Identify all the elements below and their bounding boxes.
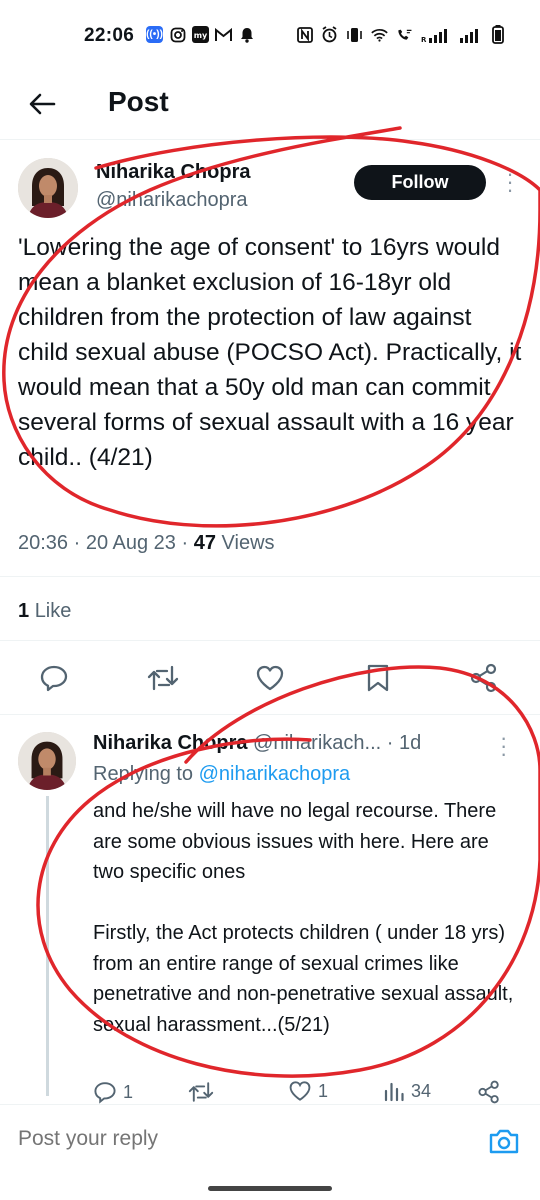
- like-count: 1: [318, 1080, 329, 1101]
- retweet-icon: [188, 1082, 214, 1102]
- wifi-calling-icon: [396, 26, 413, 43]
- alarm-icon: [321, 26, 338, 43]
- arrow-left-icon: [29, 93, 56, 115]
- divider: [0, 576, 540, 577]
- likes-count: 1: [18, 600, 30, 622]
- reply-post[interactable]: Niharika Chopra @niharikach... · 1d · · · …: [0, 716, 540, 1104]
- post-text: 'Lowering the age of consent' to 16yrs w…: [18, 234, 522, 471]
- gesture-home-bar[interactable]: [208, 1186, 332, 1191]
- reply-icon: [40, 665, 68, 692]
- heart-icon: [289, 1081, 311, 1101]
- share-icon: [478, 1080, 499, 1104]
- reply-icon: [94, 1082, 116, 1104]
- notification-bell-icon: [238, 26, 255, 43]
- reply-more-options-button[interactable]: · · ·: [500, 727, 507, 765]
- reply-input[interactable]: [18, 1127, 418, 1151]
- bookmark-icon: [367, 664, 389, 692]
- back-button[interactable]: [22, 84, 62, 124]
- signal-icon: R: [421, 26, 451, 43]
- likes-summary[interactable]: 1 Like: [18, 600, 71, 623]
- likes-label: Like: [34, 600, 72, 622]
- status-system-icons: R: [296, 25, 506, 44]
- post-date: 20 Aug 23: [85, 532, 176, 554]
- post-actions: [0, 660, 540, 700]
- status-time: 22:06: [84, 25, 135, 46]
- reply-actions: 1 1 34: [93, 1080, 523, 1106]
- signal-icon: [459, 26, 481, 43]
- avatar[interactable]: [18, 158, 78, 218]
- battery-icon: [489, 25, 506, 44]
- divider: [0, 714, 540, 715]
- heart-icon: [256, 665, 284, 691]
- reply-age: · 1d: [386, 732, 422, 754]
- reply-like-button[interactable]: 1: [288, 1080, 328, 1102]
- wifi-icon: [371, 26, 388, 43]
- camera-icon: [489, 1129, 519, 1154]
- vibrate-icon: [346, 26, 363, 43]
- more-vertical-icon: · · ·: [506, 161, 514, 202]
- more-vertical-icon: · · ·: [500, 725, 508, 766]
- camera-button[interactable]: [486, 1123, 522, 1159]
- nfc-icon: [296, 26, 313, 43]
- thread-line: [46, 796, 49, 1096]
- post-time: 20:36: [18, 532, 69, 554]
- analytics-icon: [384, 1082, 404, 1102]
- replying-handle-link[interactable]: @niharikachopra: [199, 763, 351, 785]
- bookmark-button[interactable]: [360, 660, 396, 696]
- reply-retweet-button[interactable]: [188, 1080, 220, 1104]
- follow-button[interactable]: Follow: [354, 165, 486, 200]
- reply-views-button[interactable]: 34: [383, 1080, 431, 1102]
- app-header: Post: [0, 72, 540, 140]
- replying-prefix: Replying to: [93, 763, 194, 785]
- like-button[interactable]: [252, 660, 288, 696]
- status-bar: 22:06 ((•)) my R: [0, 0, 540, 72]
- svg-text:my: my: [194, 31, 208, 40]
- divider: [0, 640, 540, 641]
- share-icon: [470, 663, 497, 693]
- views-count: 47: [193, 532, 216, 554]
- retweet-button[interactable]: [145, 660, 181, 696]
- status-notification-icons: ((•)) my: [146, 26, 255, 43]
- replying-to: Replying to @niharikachopra: [93, 763, 350, 786]
- views-label: Views: [221, 532, 275, 554]
- reply-author-name[interactable]: Niharika Chopra: [93, 732, 247, 754]
- retweet-icon: [147, 665, 179, 691]
- reply-text: and he/she will have no legal recourse. …: [93, 800, 514, 1036]
- svg-text:R: R: [421, 36, 427, 43]
- more-options-button[interactable]: · · ·: [498, 163, 522, 201]
- radio-app-icon: ((•)): [146, 26, 163, 43]
- reply-author-handle[interactable]: @niharikach...: [253, 732, 381, 754]
- reply-share-button[interactable]: [477, 1080, 501, 1104]
- avatar[interactable]: [18, 732, 76, 790]
- reply-button[interactable]: [36, 660, 72, 696]
- instagram-icon: [169, 26, 186, 43]
- page-title: Post: [108, 86, 169, 117]
- view-count: 34: [411, 1080, 432, 1101]
- gmail-icon: [215, 26, 232, 43]
- reply-reply-button[interactable]: 1: [93, 1080, 133, 1104]
- post-meta: 20:36 · 20 Aug 23 · 47 Views: [18, 532, 275, 554]
- reply-count: 1: [123, 1081, 134, 1102]
- share-button[interactable]: [466, 660, 502, 696]
- reply-composer: [0, 1104, 540, 1178]
- author-name[interactable]: Niharika Chopra: [96, 161, 250, 184]
- reply-header: Niharika Chopra @niharikach... · 1d: [93, 732, 523, 755]
- myjio-icon: my: [192, 26, 209, 43]
- author-handle[interactable]: @niharikachopra: [96, 189, 248, 212]
